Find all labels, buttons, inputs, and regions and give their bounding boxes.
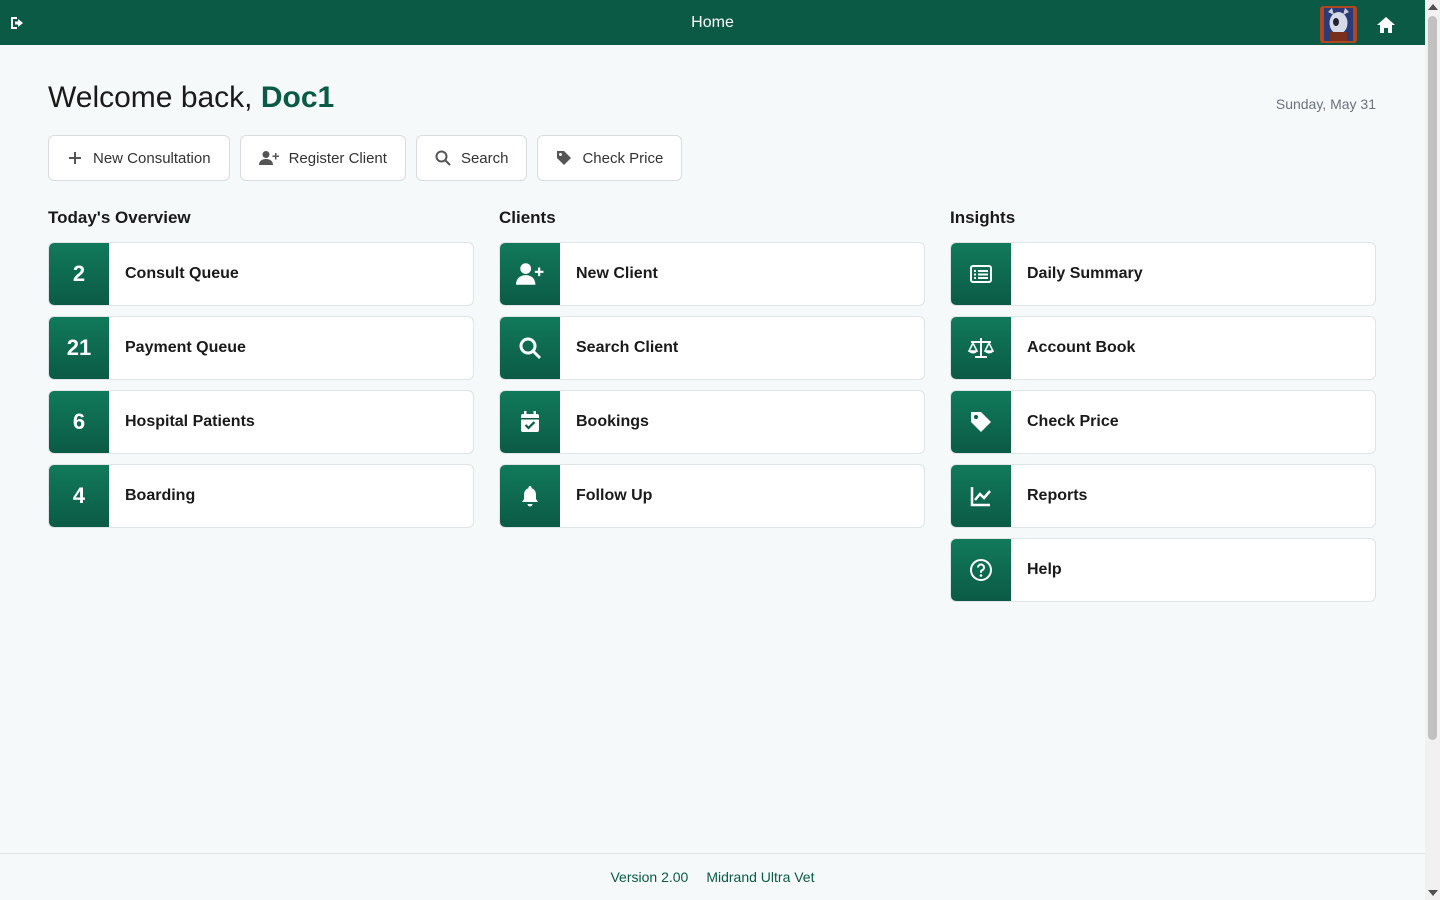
plus-icon xyxy=(69,152,81,164)
list-alt-icon xyxy=(970,265,992,283)
help-label: Help xyxy=(1027,561,1062,578)
check-price-label: Check Price xyxy=(1027,413,1119,430)
bookings-label: Bookings xyxy=(576,413,649,430)
payment-queue-card[interactable]: 21 Payment Queue xyxy=(48,316,474,380)
sign-out-icon[interactable] xyxy=(9,14,27,32)
question-circle-icon xyxy=(970,559,992,581)
scrollbar-thumb[interactable] xyxy=(1428,16,1437,740)
search-icon xyxy=(435,150,451,166)
bell-icon xyxy=(522,486,538,507)
app-name: Midrand Ultra Vet xyxy=(706,869,815,885)
clients-column: Clients New Client Search Client Booking… xyxy=(499,208,925,538)
search-label: Search xyxy=(460,149,509,167)
user-plus-icon xyxy=(516,263,544,285)
search-button[interactable]: Search xyxy=(415,135,528,181)
new-consultation-button[interactable]: New Consultation xyxy=(48,135,230,181)
hospital-patients-label: Hospital Patients xyxy=(125,413,255,430)
check-price-label: Check Price xyxy=(582,149,664,167)
tag-icon xyxy=(971,412,991,432)
search-client-card[interactable]: Search Client xyxy=(499,316,925,380)
payment-queue-count: 21 xyxy=(49,317,109,379)
footer: Version 2.00 Midrand Ultra Vet xyxy=(0,853,1425,900)
register-client-label: Register Client xyxy=(288,149,387,167)
scrollbar[interactable] xyxy=(1425,0,1440,900)
hospital-patients-card[interactable]: 6 Hospital Patients xyxy=(48,390,474,454)
top-bar: Home xyxy=(0,0,1425,45)
welcome-prefix: Welcome back, xyxy=(48,81,253,114)
register-client-button[interactable]: Register Client xyxy=(239,135,406,181)
clients-title: Clients xyxy=(499,208,556,227)
check-price-button[interactable]: Check Price xyxy=(537,135,683,181)
overview-column: Today's Overview 2 Consult Queue 21 Paym… xyxy=(48,208,474,538)
bookings-card[interactable]: Bookings xyxy=(499,390,925,454)
consult-queue-label: Consult Queue xyxy=(125,265,239,282)
new-client-card[interactable]: New Client xyxy=(499,242,925,306)
new-consultation-label: New Consultation xyxy=(93,149,211,167)
new-client-label: New Client xyxy=(576,265,658,282)
daily-summary-card[interactable]: Daily Summary xyxy=(950,242,1376,306)
search-icon xyxy=(519,337,542,360)
boarding-count: 4 xyxy=(49,465,109,527)
boarding-card[interactable]: 4 Boarding xyxy=(48,464,474,528)
current-date: Sunday, May 31 xyxy=(1275,96,1376,112)
balance-scale-icon xyxy=(967,338,995,358)
account-book-card[interactable]: Account Book xyxy=(950,316,1376,380)
home-icon[interactable] xyxy=(1376,16,1396,34)
follow-up-card[interactable]: Follow Up xyxy=(499,464,925,528)
page-title: Home xyxy=(691,13,734,31)
insights-column: Insights Daily Summary Account Book Chec… xyxy=(950,208,1376,612)
version-text: Version 2.00 xyxy=(610,869,689,885)
consult-queue-count: 2 xyxy=(49,243,109,305)
daily-summary-label: Daily Summary xyxy=(1027,265,1143,282)
scroll-up-icon[interactable] xyxy=(1428,4,1438,10)
scroll-down-icon[interactable] xyxy=(1428,890,1438,896)
overview-title: Today's Overview xyxy=(48,208,191,227)
username: Doc1 xyxy=(260,81,335,114)
user-plus-icon xyxy=(258,151,279,165)
hospital-patients-count: 6 xyxy=(49,391,109,453)
boarding-label: Boarding xyxy=(125,487,196,504)
payment-queue-label: Payment Queue xyxy=(125,339,246,356)
search-client-label: Search Client xyxy=(576,339,679,356)
tag-icon xyxy=(557,151,572,165)
insights-title: Insights xyxy=(950,208,1016,227)
check-price-card[interactable]: Check Price xyxy=(950,390,1376,454)
chart-line-icon xyxy=(970,487,991,507)
follow-up-label: Follow Up xyxy=(576,487,653,504)
user-avatar[interactable] xyxy=(1320,6,1357,43)
welcome-heading: Welcome back, Doc1 xyxy=(48,81,334,115)
account-book-label: Account Book xyxy=(1027,339,1136,356)
quick-actions: New Consultation Register Client Search … xyxy=(48,135,683,181)
consult-queue-card[interactable]: 2 Consult Queue xyxy=(48,242,474,306)
calendar-check-icon xyxy=(521,411,539,432)
reports-card[interactable]: Reports xyxy=(950,464,1376,528)
reports-label: Reports xyxy=(1027,487,1088,504)
help-card[interactable]: Help xyxy=(950,538,1376,602)
